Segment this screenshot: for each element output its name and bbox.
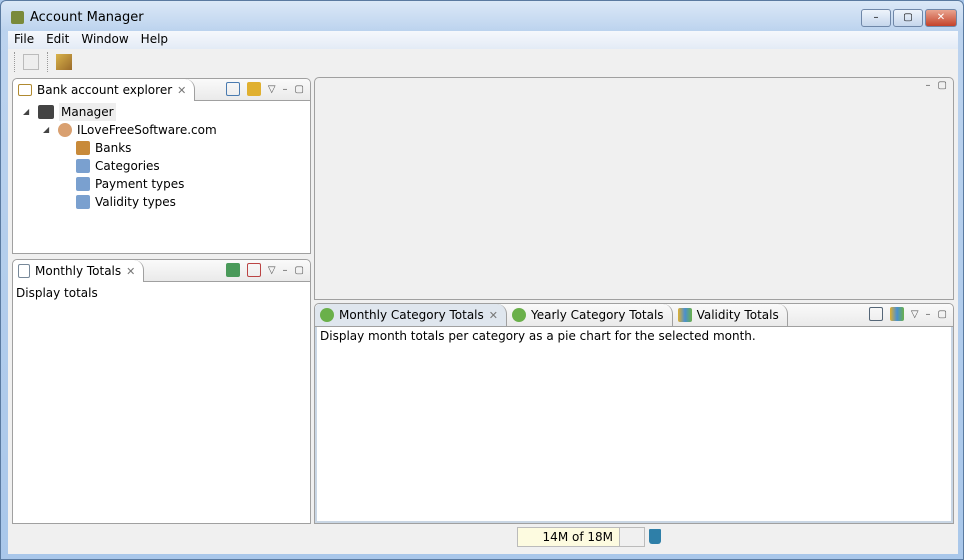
toolbar-separator <box>47 52 48 72</box>
node-label: Manager <box>59 103 116 121</box>
list-icon[interactable] <box>868 307 883 321</box>
view-menu-icon[interactable]: ▽ <box>268 84 276 95</box>
sort-icon[interactable] <box>225 263 240 277</box>
tab-label: Monthly Totals <box>35 264 122 278</box>
menu-bar: File Edit Window Help <box>8 31 958 49</box>
tab-validity-totals[interactable]: Validity Totals <box>673 304 788 326</box>
accounts-icon[interactable] <box>56 54 72 70</box>
close-button[interactable]: ✕ <box>925 9 957 27</box>
menu-help[interactable]: Help <box>135 31 174 49</box>
bar-chart-icon <box>677 308 692 322</box>
maximize-view-icon[interactable]: ▢ <box>295 84 304 95</box>
minimize-view-icon[interactable]: – <box>283 84 288 95</box>
minimize-button[interactable]: – <box>861 9 891 27</box>
minimize-view-icon[interactable]: – <box>926 80 931 91</box>
heap-bar <box>620 527 645 547</box>
user-icon <box>58 123 72 137</box>
tree-node-categories[interactable]: Categories <box>23 157 310 175</box>
toolbar-separator <box>14 52 15 72</box>
monthly-totals-panel: Monthly Totals ✕ ▽ – ▢ Display totals <box>12 259 311 524</box>
garbage-collect-icon[interactable] <box>649 529 661 544</box>
maximize-view-icon[interactable]: ▢ <box>295 265 304 276</box>
expand-icon[interactable]: ◢ <box>23 103 33 121</box>
tree-node-manager[interactable]: ◢ Manager <box>23 103 310 121</box>
menu-file[interactable]: File <box>8 31 40 49</box>
bank-icon <box>76 141 90 155</box>
charts-panel: Monthly Category Totals ✕ Yearly Categor… <box>314 303 954 524</box>
tab-label: Validity Totals <box>696 308 779 322</box>
tree-node-payment-types[interactable]: Payment types <box>23 175 310 193</box>
toolbar <box>8 49 958 75</box>
category-icon <box>76 177 90 191</box>
pie-chart-icon <box>512 308 526 322</box>
chart-description: Display month totals per category as a p… <box>320 329 756 343</box>
app-icon <box>11 11 24 24</box>
monthly-totals-text: Display totals <box>16 286 98 300</box>
menu-edit[interactable]: Edit <box>40 31 75 49</box>
menu-window[interactable]: Window <box>75 31 134 49</box>
account-tree: ◢ Manager ◢ ILoveFreeSoftware.com Banks Ca… <box>13 101 310 211</box>
window-title: Account Manager <box>30 10 144 25</box>
tree-node-validity-types[interactable]: Validity types <box>23 193 310 211</box>
minimize-view-icon[interactable]: – <box>926 309 931 320</box>
title-bar: Account Manager <box>11 10 144 25</box>
tab-label: Bank account explorer <box>37 83 173 97</box>
calendar-icon[interactable] <box>246 263 261 277</box>
editor-area: – ▢ <box>314 77 954 300</box>
calculator-icon <box>18 264 30 278</box>
collapse-all-icon[interactable] <box>225 82 240 96</box>
node-label: Banks <box>95 141 132 155</box>
tab-label: Yearly Category Totals <box>531 308 664 322</box>
tree-node-user[interactable]: ◢ ILoveFreeSoftware.com <box>23 121 310 139</box>
tab-yearly-category-totals[interactable]: Yearly Category Totals <box>507 304 673 326</box>
tab-label: Monthly Category Totals <box>339 308 484 322</box>
save-icon[interactable] <box>23 54 39 70</box>
tab-bank-account-explorer[interactable]: Bank account explorer ✕ <box>13 79 196 101</box>
status-bar: 14M of 18M <box>8 524 958 554</box>
minimize-view-icon[interactable]: – <box>283 265 288 276</box>
category-icon <box>76 159 90 173</box>
tab-monthly-category-totals[interactable]: Monthly Category Totals ✕ <box>315 304 507 326</box>
bar-chart-icon[interactable] <box>889 307 904 321</box>
heap-status: 14M of 18M <box>517 527 620 547</box>
maximize-view-icon[interactable]: ▢ <box>938 309 947 320</box>
maximize-view-icon[interactable]: ▢ <box>938 80 947 91</box>
view-menu-icon[interactable]: ▽ <box>911 309 919 320</box>
close-tab-icon[interactable]: ✕ <box>489 309 498 322</box>
maximize-button[interactable]: ▢ <box>893 9 923 27</box>
node-label: Categories <box>95 159 160 173</box>
close-tab-icon[interactable]: ✕ <box>177 84 186 97</box>
tree-node-banks[interactable]: Banks <box>23 139 310 157</box>
link-editor-icon[interactable] <box>246 82 261 96</box>
pie-chart-icon <box>320 308 334 322</box>
manager-icon <box>38 105 54 119</box>
view-menu-icon[interactable]: ▽ <box>268 265 276 276</box>
expand-icon[interactable]: ◢ <box>43 121 53 139</box>
app-window: Account Manager – ▢ ✕ File Edit Window H… <box>0 0 964 560</box>
close-tab-icon[interactable]: ✕ <box>126 265 135 278</box>
node-label: Validity types <box>95 195 176 209</box>
bank-account-explorer-panel: Bank account explorer ✕ ▽ – ▢ ◢ Manager ◢… <box>12 78 311 254</box>
node-label: Payment types <box>95 177 185 191</box>
category-icon <box>76 195 90 209</box>
tab-monthly-totals[interactable]: Monthly Totals ✕ <box>13 260 145 282</box>
tree-icon <box>18 84 32 96</box>
node-label: ILoveFreeSoftware.com <box>77 123 217 137</box>
